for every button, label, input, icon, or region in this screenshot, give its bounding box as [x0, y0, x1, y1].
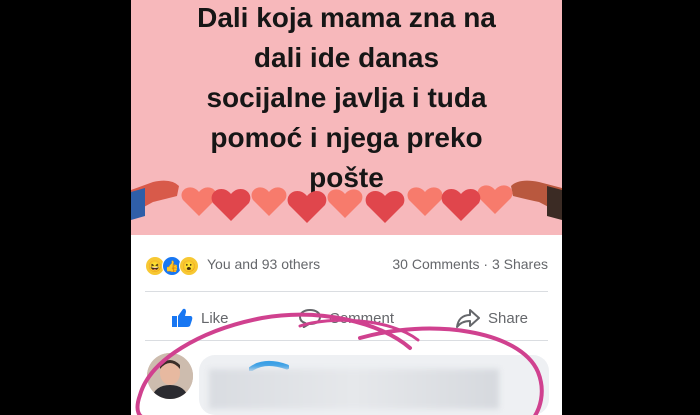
heart-icon: [477, 185, 513, 214]
comment: [131, 345, 562, 415]
avatar[interactable]: [147, 353, 193, 399]
share-button[interactable]: Share: [456, 300, 528, 336]
heart-icon: [327, 189, 363, 218]
comment-label: Comment: [329, 309, 395, 327]
reaction-icons[interactable]: 😆 👍 😮: [145, 256, 199, 276]
blurred-comment-text: [209, 369, 499, 409]
reaction-summary[interactable]: You and 93 others: [207, 256, 320, 272]
heart-icon: [211, 188, 251, 221]
comments-shares-count[interactable]: 30 Comments · 3 Shares: [392, 256, 548, 272]
post-text: Dali koja mama zna na dali ide danas soc…: [131, 0, 562, 198]
wow-icon: 😮: [179, 256, 199, 276]
heart-icon: [251, 187, 287, 216]
share-label: Share: [488, 309, 529, 327]
heart-icon: [441, 188, 481, 221]
post-image[interactable]: Dali koja mama zna na dali ide danas soc…: [131, 0, 562, 235]
heart-icon: [407, 187, 443, 216]
post-text-line: dali ide danas: [253, 42, 440, 73]
post-text-line: socijalne javlja i tuda: [206, 82, 487, 113]
heart-icon: [365, 190, 405, 223]
action-bar: Like Comment Share: [131, 300, 562, 336]
divider: [145, 291, 548, 292]
comment-button[interactable]: Comment: [299, 300, 394, 336]
facebook-post: Dali koja mama zna na dali ide danas soc…: [131, 0, 562, 415]
comment-bubble[interactable]: [199, 355, 549, 415]
post-text-line: pomoć i njega preko: [210, 122, 483, 153]
share-icon: [456, 308, 480, 328]
hearts-garland-image: [131, 180, 562, 223]
reactions-bar: 😆 👍 😮 You and 93 others 30 Comments · 3 …: [131, 250, 562, 278]
heart-icon: [287, 190, 327, 223]
divider: [145, 340, 548, 341]
like-button[interactable]: Like: [171, 300, 229, 336]
heart-icon: [181, 187, 217, 216]
comment-icon: [299, 308, 321, 328]
thumbs-up-icon: [171, 308, 193, 328]
like-label: Like: [201, 309, 229, 327]
post-text-line: Dali koja mama zna na: [197, 2, 496, 33]
